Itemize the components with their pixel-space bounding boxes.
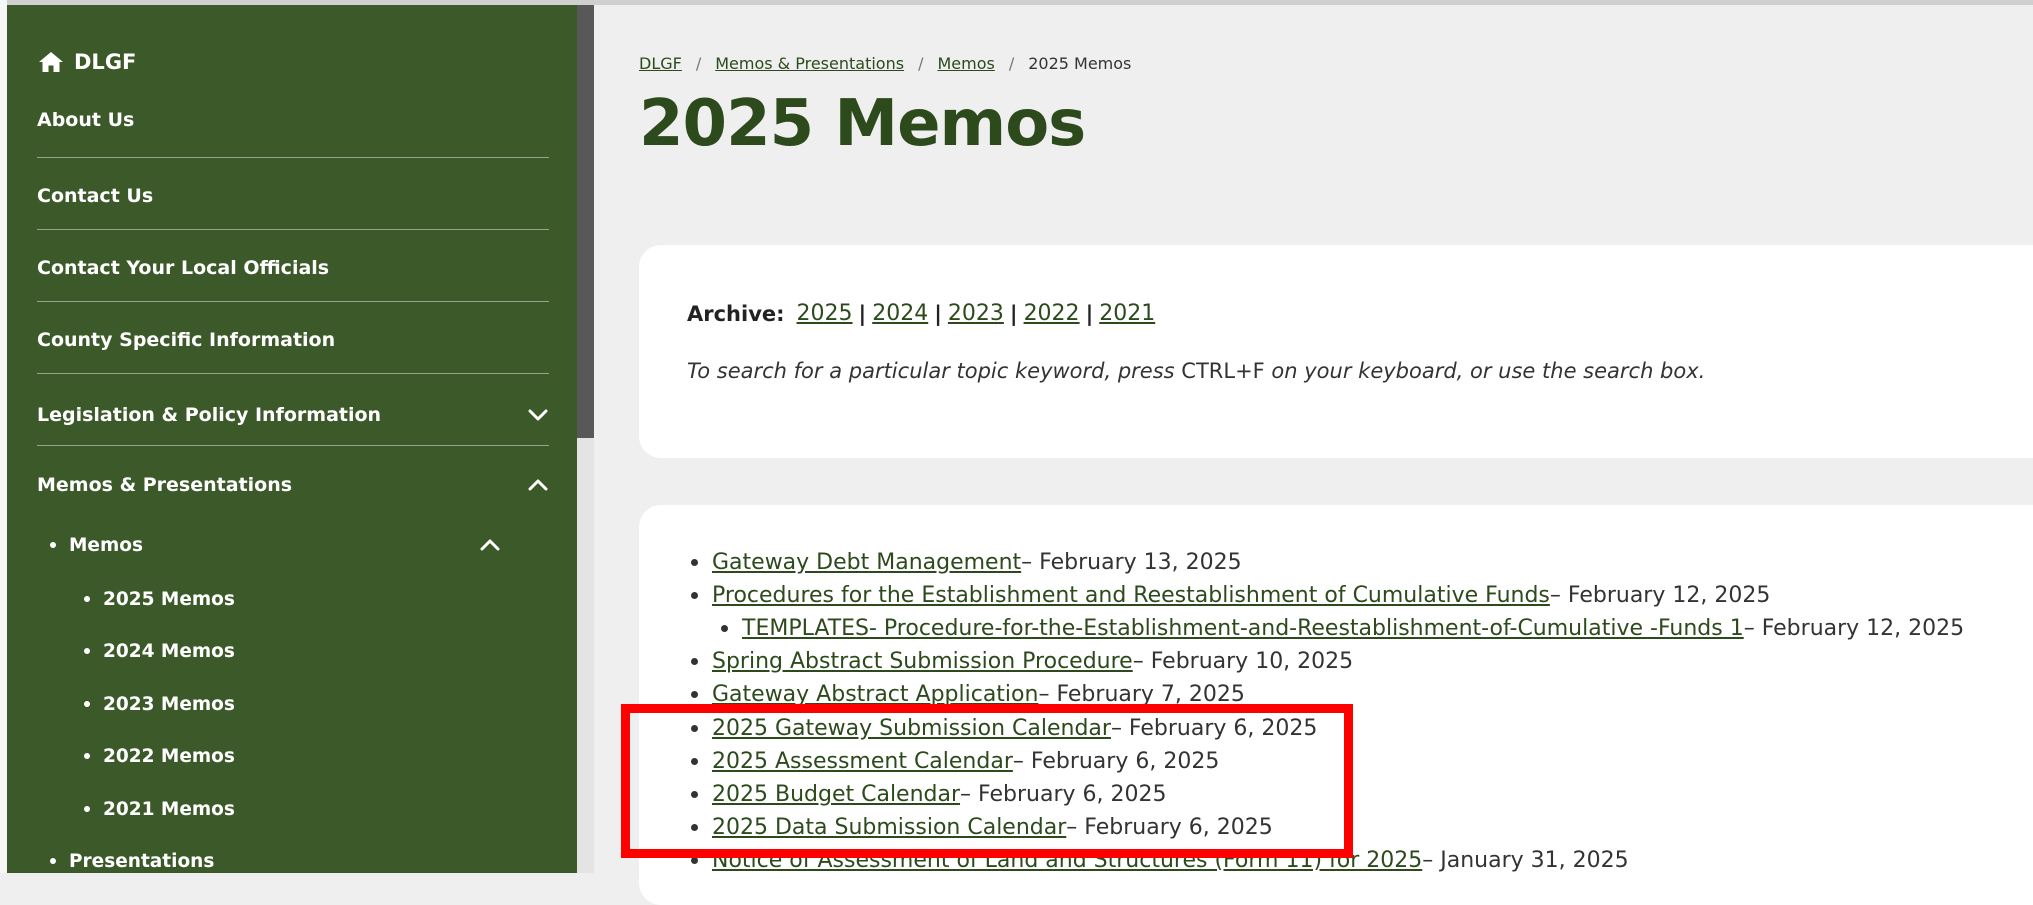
memo-date: – February 10, 2025 xyxy=(1132,649,1354,674)
archive-link-2022[interactable]: 2022 xyxy=(1024,301,1080,326)
left-edge xyxy=(0,0,7,873)
archive-separator: | xyxy=(858,301,867,326)
sidebar-item-contact-us[interactable]: Contact Us xyxy=(37,181,549,211)
bullet-icon xyxy=(691,559,698,566)
breadcrumb-separator: / xyxy=(918,54,924,73)
highlight-box xyxy=(621,704,1353,858)
memo-list-item: Procedures for the Establishment and Ree… xyxy=(691,583,1771,608)
sidebar-divider xyxy=(37,445,549,446)
home-icon xyxy=(39,52,63,72)
memo-link[interactable]: Gateway Debt Management xyxy=(712,550,1021,575)
sidebar-item-legislation[interactable]: Legislation & Policy Information xyxy=(37,397,549,433)
memo-list-subitem: TEMPLATES- Procedure-for-the-Establishme… xyxy=(721,616,1965,641)
sidebar-item-label: Legislation & Policy Information xyxy=(37,404,382,426)
search-hint-before: To search for a particular topic keyword… xyxy=(687,359,1182,383)
sidebar-item-label: Contact Us xyxy=(37,185,154,207)
bullet-icon xyxy=(691,592,698,599)
search-hint-after: on your keyboard, or use the search box. xyxy=(1264,359,1706,383)
sidebar-memo-year-label: 2024 Memos xyxy=(103,640,235,662)
bullet-icon xyxy=(84,806,90,812)
bullet-icon xyxy=(84,648,90,654)
sidebar-subitem-memos[interactable]: Memos xyxy=(50,530,500,560)
breadcrumb-link-memos-presentations[interactable]: Memos & Presentations xyxy=(715,54,904,73)
memo-date: – January 31, 2025 xyxy=(1422,848,1629,873)
archive-separator: | xyxy=(1009,301,1018,326)
breadcrumb-current: 2025 Memos xyxy=(1028,54,1132,73)
archive-link-2021[interactable]: 2021 xyxy=(1099,301,1155,326)
sidebar-item-label: Contact Your Local Officials xyxy=(37,257,330,279)
sidebar-memo-year-2022[interactable]: 2022 Memos xyxy=(84,742,235,770)
archive-link-2023[interactable]: 2023 xyxy=(948,301,1004,326)
memo-date: – February 12, 2025 xyxy=(1549,583,1771,608)
sidebar-subitem-label: Presentations xyxy=(69,850,215,872)
sidebar-memo-year-2024[interactable]: 2024 Memos xyxy=(84,637,235,665)
sidebar-subitem-presentations[interactable]: Presentations xyxy=(50,847,214,875)
breadcrumb-link-memos[interactable]: Memos xyxy=(937,54,994,73)
chevron-up-icon[interactable] xyxy=(480,539,500,551)
archive-separator: | xyxy=(1085,301,1094,326)
sidebar-memo-year-label: 2022 Memos xyxy=(103,745,235,767)
bullet-icon xyxy=(84,753,90,759)
archive-separator: | xyxy=(934,301,942,326)
breadcrumb-separator: / xyxy=(1008,54,1015,73)
sidebar-memo-year-2025[interactable]: 2025 Memos xyxy=(84,585,235,613)
sidebar-nav: DLGF About Us Contact Us Contact Your Lo… xyxy=(7,5,577,873)
sidebar-home-link[interactable]: DLGF xyxy=(38,47,136,77)
sidebar-item-memos-presentations[interactable]: Memos & Presentations xyxy=(37,467,549,503)
sidebar-subitem-label: Memos xyxy=(69,534,143,556)
sidebar-divider xyxy=(37,157,549,158)
breadcrumb: DLGF / Memos & Presentations / Memos / 2025 Me… xyxy=(639,54,1131,73)
memo-link[interactable]: Spring Abstract Submission Procedure xyxy=(712,649,1133,674)
archive-link-2025[interactable]: 2025 xyxy=(797,301,853,326)
bullet-icon xyxy=(84,596,90,602)
sidebar-memo-year-label: 2023 Memos xyxy=(103,693,235,715)
sidebar-item-label: About Us xyxy=(37,109,135,131)
chevron-down-icon[interactable] xyxy=(527,404,549,426)
memo-date: – February 12, 2025 xyxy=(1743,616,1965,641)
archive-label: Archive: xyxy=(687,301,785,326)
bullet-icon xyxy=(50,858,56,864)
memo-list-item: Gateway Debt Management – February 13, 2… xyxy=(691,550,1242,575)
page-title: 2025 Memos xyxy=(639,87,1086,161)
sidebar-item-label: County Specific Information xyxy=(37,329,336,351)
sidebar-divider xyxy=(37,229,549,230)
sidebar-memo-year-2023[interactable]: 2023 Memos xyxy=(84,690,235,718)
bullet-icon xyxy=(721,625,728,632)
bullet-icon xyxy=(691,857,698,864)
bullet-icon xyxy=(84,701,90,707)
sidebar-divider xyxy=(37,373,549,374)
bullet-icon xyxy=(691,658,698,665)
sidebar-item-county-info[interactable]: County Specific Information xyxy=(37,325,549,355)
archive-links: Archive: 2025 | 2024 | 2023 | 2022 | 202… xyxy=(687,301,1155,326)
sidebar-divider xyxy=(37,301,549,302)
sidebar-item-about-us[interactable]: About Us xyxy=(37,109,549,131)
sidebar-item-contact-local-officials[interactable]: Contact Your Local Officials xyxy=(37,253,549,283)
bullet-icon xyxy=(691,691,698,698)
breadcrumb-separator: / xyxy=(695,54,702,73)
memo-link[interactable]: TEMPLATES- Procedure-for-the-Establishme… xyxy=(742,616,1744,641)
sidebar-item-label: Memos & Presentations xyxy=(37,474,293,496)
search-hint-key: CTRL+F xyxy=(1181,359,1265,383)
sidebar-home-label: DLGF xyxy=(74,50,137,74)
memo-date: – February 13, 2025 xyxy=(1021,550,1242,575)
sidebar-memo-year-2021[interactable]: 2021 Memos xyxy=(84,795,235,823)
sidebar-scrollbar-thumb[interactable] xyxy=(577,5,594,438)
search-hint: To search for a particular topic keyword… xyxy=(687,359,1705,383)
bullet-icon xyxy=(50,542,56,548)
archive-card: Archive: 2025 | 2024 | 2023 | 2022 | 202… xyxy=(639,245,2033,458)
sidebar-memo-year-label: 2025 Memos xyxy=(103,588,235,610)
breadcrumb-link-dlgf[interactable]: DLGF xyxy=(639,54,682,73)
archive-link-2024[interactable]: 2024 xyxy=(872,301,928,326)
memo-link[interactable]: Procedures for the Establishment and Ree… xyxy=(712,583,1550,608)
chevron-up-icon[interactable] xyxy=(527,474,549,496)
sidebar-memo-year-label: 2021 Memos xyxy=(103,798,235,820)
memo-list-item: Spring Abstract Submission Procedure – F… xyxy=(691,649,1354,674)
